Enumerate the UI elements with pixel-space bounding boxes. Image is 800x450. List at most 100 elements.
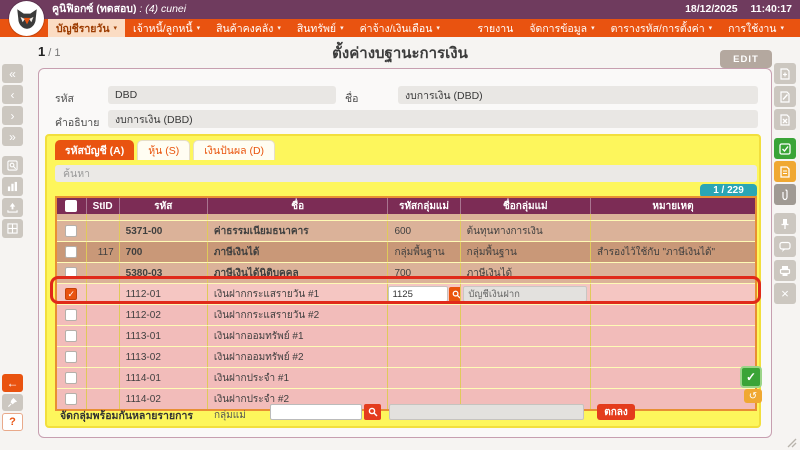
tab-bar: รหัสบัญชี (A) หุ้น (S) เงินปันผล (D) (55, 140, 275, 160)
table-row-selected[interactable]: ✓ 1112-01 เงินฝากกระแสรายวัน #1 (56, 284, 756, 305)
tab-shares[interactable]: หุ้น (S) (137, 140, 190, 160)
document-delete-icon (779, 114, 791, 126)
row-checkbox[interactable] (65, 372, 77, 384)
attachment-button[interactable] (774, 184, 796, 205)
menu-reports[interactable]: รายงาน (469, 19, 521, 37)
table-row[interactable]: 1113-02 เงินฝากออมทรัพย์ #2 (56, 347, 756, 368)
document-edit-icon (779, 91, 791, 103)
back-button[interactable]: ← (2, 374, 23, 392)
confirm-edit-button[interactable] (774, 138, 796, 159)
bulk-lookup-button[interactable] (364, 404, 381, 420)
col-parent-name: ชื่อกลุ่มแม่ (460, 197, 590, 214)
bulk-parent-code-input[interactable] (270, 404, 362, 420)
paperclip-icon (779, 189, 791, 201)
menu-left: บัญชีรายวัน ▾ เจ้าหนี้/ลูกหนี้ ▾ สินค้าค… (48, 19, 448, 37)
app-logo[interactable] (9, 1, 44, 36)
table-row[interactable]: 1112-02 เงินฝากกระแสรายวัน #2 (56, 305, 756, 326)
edit-button[interactable]: EDIT (720, 50, 772, 68)
code-label: รหัส (55, 90, 74, 107)
row-checkbox-checked[interactable]: ✓ (65, 288, 77, 300)
first-record-button[interactable]: « (2, 64, 23, 83)
close-button[interactable]: × (774, 283, 796, 304)
accounts-table: StID รหัส ชื่อ รหัสกลุ่มแม่ ชื่อกลุ่มแม่… (55, 196, 757, 411)
menu-usage[interactable]: การใช้งาน ▾ (720, 19, 792, 37)
prev-record-button[interactable]: ‹ (2, 85, 23, 104)
last-record-button[interactable]: » (2, 127, 23, 146)
ok-button[interactable]: ตกลง (597, 404, 635, 420)
menu-payable-receivable[interactable]: เจ้าหนี้/ลูกหนี้ ▾ (125, 19, 208, 37)
help-button[interactable]: ? (2, 413, 23, 431)
row-checkbox[interactable] (65, 330, 77, 342)
print-button[interactable] (774, 260, 796, 281)
pin-button[interactable] (2, 394, 23, 411)
row-checkbox[interactable] (65, 246, 77, 258)
row-checkbox[interactable] (65, 351, 77, 363)
grid-view-button[interactable] (2, 219, 23, 238)
table-row-group[interactable]: 117 700 ภาษีเงินได้ กลุ่มพื้นฐาน กลุ่มพื… (56, 242, 756, 263)
parent-code-input[interactable] (388, 286, 448, 302)
menu-inventory[interactable]: สินค้าคงคลัง ▾ (208, 19, 289, 37)
new-record-button[interactable] (774, 63, 796, 84)
menu-data-management[interactable]: จัดการข้อมูล ▾ (521, 19, 602, 37)
menubar: บัญชีรายวัน ▾ เจ้าหนี้/ลูกหนี้ ▾ สินค้าค… (0, 19, 800, 37)
menu-daily-journal[interactable]: บัญชีรายวัน ▾ (48, 19, 125, 37)
select-all-checkbox[interactable] (65, 200, 77, 212)
chevron-down-icon: ▾ (780, 24, 784, 32)
delete-record-button[interactable] (774, 109, 796, 130)
table-header-row: StID รหัส ชื่อ รหัสกลุ่มแม่ ชื่อกลุ่มแม่… (56, 197, 756, 214)
row-checkbox[interactable] (65, 225, 77, 237)
confirm-button[interactable]: ✓ (740, 366, 762, 388)
chevron-down-icon: ▾ (436, 24, 440, 32)
row-checkbox[interactable] (65, 267, 77, 279)
chevron-down-icon: ▾ (709, 24, 713, 32)
push-pin-icon (779, 218, 791, 230)
table-row[interactable]: 5380-03 ภาษีเงินได้นิติบุคคล 700 ภาษีเงิ… (56, 263, 756, 284)
parent-group-label: กลุ่มแม่ (214, 408, 246, 423)
export-button[interactable] (2, 198, 23, 217)
menu-assets[interactable]: สินทรัพย์ ▾ (289, 19, 352, 37)
search-icon (368, 407, 378, 417)
bookmark-button[interactable] (774, 213, 796, 234)
col-note: หมายเหตุ (591, 197, 757, 214)
name-field[interactable] (398, 86, 758, 104)
menu-payroll[interactable]: ค่าจ้าง/เงินเดือน ▾ (352, 19, 448, 37)
tab-account-codes[interactable]: รหัสบัญชี (A) (55, 140, 134, 160)
row-checkbox[interactable] (65, 309, 77, 321)
date-label: 18/12/2025 (685, 3, 738, 15)
bar-chart-icon (7, 181, 18, 192)
table-row[interactable]: 1114-01 เงินฝากประจำ #1 (56, 368, 756, 389)
titlebar: คูนิฟิอกซ์ (ทดสอบ) : (4) cunei 18/12/202… (0, 0, 800, 19)
next-record-button[interactable]: › (2, 106, 23, 125)
col-name: ชื่อ (207, 197, 388, 214)
draft-document-button[interactable] (774, 161, 796, 182)
resize-grip-icon (785, 436, 797, 448)
comment-button[interactable] (774, 236, 796, 257)
upload-icon (7, 202, 18, 213)
grid-icon (7, 223, 18, 234)
table-row[interactable]: 1113-01 เงินฝากออมทรัพย์ #1 (56, 326, 756, 347)
menu-code-tables-settings[interactable]: ตารางรหัส/การตั้งค่า ▾ (603, 19, 721, 37)
table-row[interactable]: 5371-00 ค่าธรรมเนียมธนาคาร 600 ต้นทุนทาง… (56, 221, 756, 242)
row-checkbox[interactable] (65, 393, 77, 405)
name-label: ชื่อ (345, 90, 358, 107)
lookup-button[interactable] (449, 287, 460, 302)
chevron-down-icon: ▾ (277, 24, 281, 32)
bulk-group-label: จัดกลุ่มพร้อมกันหลายรายการ (60, 407, 193, 424)
chart-button[interactable] (2, 177, 23, 196)
app-title-name: คูนิฟิอกซ์ (ทดสอบ) (52, 3, 136, 15)
search-input[interactable] (55, 165, 757, 182)
fox-icon (14, 6, 40, 32)
resize-grip[interactable] (785, 436, 797, 448)
zoom-search-button[interactable] (2, 156, 23, 175)
code-field[interactable] (108, 86, 336, 104)
app-title-session: : (4) cunei (139, 3, 186, 15)
undo-button[interactable]: ↺ (744, 389, 762, 403)
description-field[interactable] (108, 110, 758, 128)
menu-right: รายงาน จัดการข้อมูล ▾ ตารางรหัส/การตั้งค… (469, 19, 792, 37)
col-parent-code: รหัสกลุ่มแม่ (388, 197, 460, 214)
printer-icon (779, 265, 791, 277)
document-icon (779, 166, 791, 178)
tab-dividends[interactable]: เงินปันผล (D) (193, 140, 275, 160)
edit-record-button[interactable] (774, 86, 796, 107)
document-add-icon (779, 68, 791, 80)
